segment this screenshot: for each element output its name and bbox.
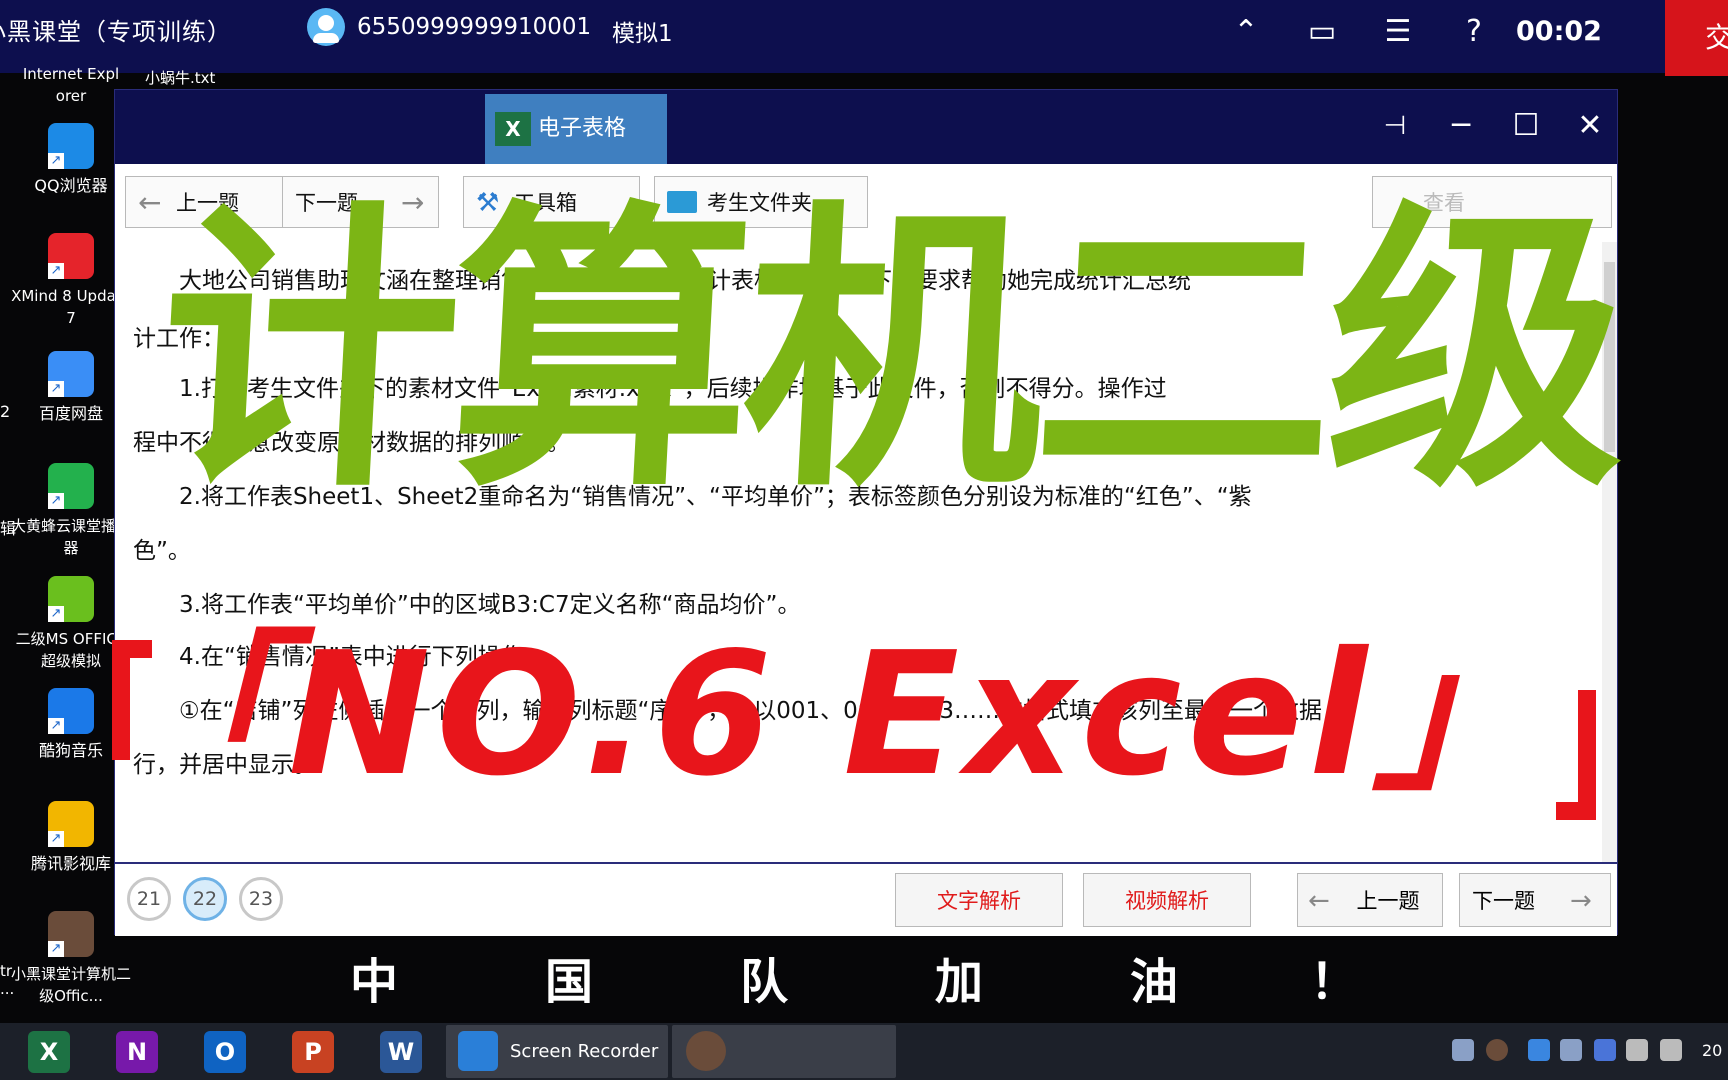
arrow-left-icon: ← bbox=[138, 186, 162, 219]
network-tray-icon[interactable] bbox=[1626, 1039, 1648, 1061]
desktop-icon-label: 百度网盘 bbox=[38, 404, 103, 423]
xiaohei-ketang-icon bbox=[48, 911, 94, 957]
cheer-char: 国 bbox=[545, 954, 594, 1010]
onenote-taskbar-icon[interactable]: N bbox=[116, 1031, 158, 1073]
collapse-icon[interactable]: ⌃ bbox=[1224, 14, 1268, 50]
tencent-video-icon bbox=[48, 801, 94, 847]
taskbar: X N O P W Screen Recorder 20 bbox=[0, 1023, 1728, 1080]
bluetooth-tray-icon[interactable] bbox=[1594, 1039, 1616, 1061]
pin-icon[interactable]: ⊣ bbox=[1370, 106, 1420, 146]
tab-spreadsheet[interactable]: X 电子表格 bbox=[485, 94, 667, 164]
volume-tray-icon[interactable] bbox=[1660, 1039, 1682, 1061]
excel-taskbar-icon[interactable]: X bbox=[28, 1031, 70, 1073]
user-id: 6550999999910001 bbox=[357, 14, 592, 40]
overlay-headline: 计算机二级 bbox=[150, 178, 1630, 527]
taskbar-clock: 20 bbox=[1702, 1041, 1723, 1060]
desktop-icon-label: 大黄蜂云课堂播放器 bbox=[10, 517, 131, 557]
question-line: 色”。 bbox=[133, 538, 191, 564]
qq-browser-icon bbox=[48, 123, 94, 169]
video-analysis-button[interactable]: 视频解析 bbox=[1083, 873, 1251, 927]
kugou-icon bbox=[48, 688, 94, 734]
tab-label: 电子表格 bbox=[538, 116, 627, 141]
user-avatar-icon bbox=[307, 8, 345, 46]
exam-app-taskbar-button[interactable] bbox=[672, 1025, 896, 1078]
desktop-edge-label: tr ... bbox=[0, 962, 15, 998]
excel-icon: X bbox=[495, 112, 531, 146]
next-label: 下一题 bbox=[1472, 889, 1535, 913]
desktop-edge-label: 2 bbox=[0, 402, 11, 421]
usb-tray-icon[interactable] bbox=[1560, 1039, 1582, 1061]
desktop-icon-label: XMind 8 Update 7 bbox=[11, 287, 131, 327]
keyboard-tray-icon[interactable] bbox=[1452, 1039, 1474, 1061]
subtitle-bracket-right bbox=[1556, 690, 1596, 820]
cheer-char: 队 bbox=[740, 954, 789, 1010]
exam-app-icon bbox=[686, 1031, 726, 1071]
outlook-taskbar-icon[interactable]: O bbox=[204, 1031, 246, 1073]
minimize-icon[interactable]: ─ bbox=[1436, 106, 1486, 146]
question-number-22[interactable]: 22 bbox=[183, 877, 227, 921]
question-number-21[interactable]: 21 bbox=[127, 877, 171, 921]
screen-recorder-taskbar-button[interactable]: Screen Recorder bbox=[446, 1025, 668, 1078]
cheer-char: 加 bbox=[935, 954, 984, 1010]
cheer-char: 油 bbox=[1130, 954, 1179, 1010]
baidu-pan-icon bbox=[48, 351, 94, 397]
exam-topbar: 小黑课堂（专项训练） 6550999999910001 模拟1 ⌃ ▭ ☰ ? … bbox=[0, 0, 1728, 76]
desktop-icons: Internet Expl orer 小蜗牛.txt QQ浏览器 XMind 8… bbox=[0, 65, 215, 1023]
powerpoint-taskbar-icon[interactable]: P bbox=[292, 1031, 334, 1073]
exam-mode: 模拟1 bbox=[612, 21, 673, 47]
bottom-next-button[interactable]: 下一题 → bbox=[1459, 873, 1611, 927]
word-taskbar-icon[interactable]: W bbox=[380, 1031, 422, 1073]
desktop-icon-label: 酷狗音乐 bbox=[38, 741, 103, 760]
cheer-char: 中 bbox=[350, 954, 399, 1010]
cheer-char: ！ bbox=[1310, 954, 1359, 1010]
app-title: 小黑课堂（专项训练） bbox=[0, 18, 232, 46]
prev-label: 上一题 bbox=[1356, 889, 1420, 913]
app-tray-icon[interactable] bbox=[1486, 1039, 1508, 1061]
overlay-subtitle: 「NO.6 Excel」 bbox=[112, 616, 1550, 814]
submit-button[interactable]: 交 bbox=[1665, 0, 1728, 76]
arrow-right-icon: → bbox=[1570, 886, 1592, 916]
desktop-icon-label: QQ浏览器 bbox=[34, 176, 108, 195]
subtitle-bracket-left bbox=[112, 640, 152, 760]
close-icon[interactable]: ✕ bbox=[1565, 106, 1615, 146]
help-icon[interactable]: ? bbox=[1452, 14, 1496, 50]
bottom-prev-button[interactable]: ← 上一题 bbox=[1297, 873, 1443, 927]
question-navigation-bar: 21 22 23 文字解析 视频解析 ← 上一题 下一题 → bbox=[115, 862, 1617, 936]
ms-office-sim-icon bbox=[48, 576, 94, 622]
shield-tray-icon[interactable] bbox=[1528, 1039, 1550, 1061]
list-icon[interactable]: ☰ bbox=[1376, 14, 1420, 50]
window-titlebar: X 电子表格 ⊣ ─ ☐ ✕ bbox=[115, 90, 1617, 164]
maximize-icon[interactable]: ☐ bbox=[1501, 106, 1551, 146]
desktop-partial-txt[interactable]: 小蜗牛.txt bbox=[145, 67, 215, 88]
text-analysis-button[interactable]: 文字解析 bbox=[895, 873, 1063, 927]
desktop-icon-label: 小黑课堂计算机二级Offic... bbox=[10, 965, 131, 1005]
xmind-icon bbox=[48, 233, 94, 279]
screen-recorder-icon bbox=[458, 1031, 498, 1071]
question-number-23[interactable]: 23 bbox=[239, 877, 283, 921]
arrow-left-icon: ← bbox=[1308, 886, 1330, 916]
desktop-icon-label: 二级MS OFFICE超级模拟 bbox=[15, 630, 127, 670]
window-icon[interactable]: ▭ bbox=[1300, 14, 1344, 50]
exam-timer: 00:02 bbox=[1516, 16, 1602, 47]
desktop-edge-label: 辑 bbox=[0, 519, 17, 538]
bumblebee-player-icon bbox=[48, 463, 94, 509]
screen-recorder-label: Screen Recorder bbox=[510, 1041, 659, 1062]
desktop-icon-label: 腾讯影视库 bbox=[30, 854, 111, 873]
